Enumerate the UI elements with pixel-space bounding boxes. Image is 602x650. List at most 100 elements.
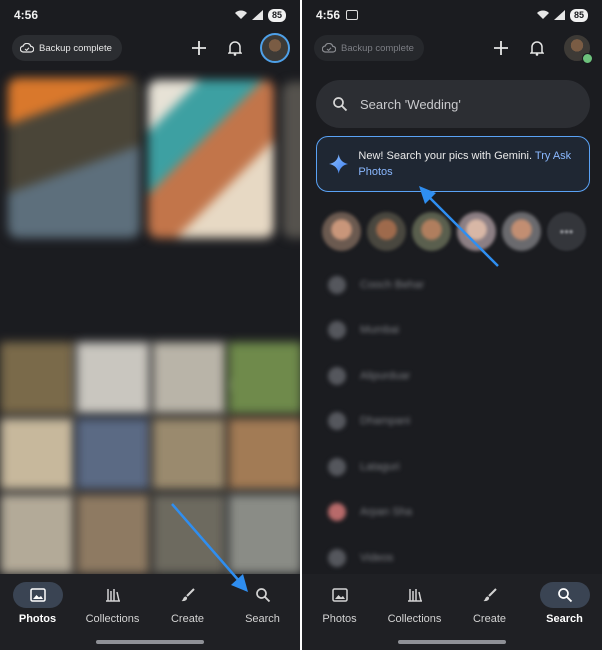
search-icon <box>255 588 270 603</box>
place-icon <box>328 503 346 522</box>
promo-message: New! Search your pics with Gemini. <box>358 150 533 162</box>
place-icon <box>328 457 346 476</box>
photo-icon <box>29 588 46 602</box>
collections-icon <box>105 589 120 602</box>
person-face[interactable] <box>457 212 496 251</box>
memory-card[interactable] <box>282 82 300 238</box>
screenshot-icon <box>346 10 359 20</box>
wifi-icon <box>234 10 247 19</box>
add-button[interactable] <box>490 37 512 59</box>
nav-photos-pill <box>315 582 365 608</box>
list-item[interactable]: Mumbai <box>302 308 602 354</box>
place-icon <box>328 366 346 385</box>
place-label: Cooch Behar <box>360 278 425 291</box>
person-face[interactable] <box>322 212 361 251</box>
photo-thumbnail[interactable] <box>76 342 150 414</box>
plus-icon <box>192 41 206 55</box>
collections-icon <box>407 589 422 602</box>
photo-thumbnail[interactable] <box>76 494 150 574</box>
photo-thumbnail[interactable] <box>228 342 300 414</box>
nav-search[interactable]: Search <box>225 582 300 650</box>
place-icon <box>328 321 346 340</box>
notifications-button[interactable] <box>224 37 246 59</box>
person-face[interactable] <box>367 212 406 251</box>
nav-search-pill <box>238 582 288 608</box>
nav-search[interactable]: Search <box>527 582 602 650</box>
signal-icon <box>553 10 565 20</box>
nav-photos-label: Photos <box>18 613 57 625</box>
photo-thumbnail[interactable] <box>152 342 226 414</box>
place-label: Lataguri <box>360 460 400 473</box>
account-avatar[interactable] <box>562 33 593 64</box>
nav-photos[interactable]: Photos <box>0 582 75 650</box>
photo-thumbnail[interactable] <box>152 494 226 574</box>
photo-thumbnail[interactable] <box>228 418 300 490</box>
add-button[interactable] <box>188 37 210 59</box>
bottom-navigation: Photos Collections Create Search <box>302 574 602 650</box>
cloud-done-icon <box>20 43 34 53</box>
cloud-done-icon <box>322 43 336 53</box>
battery-badge: 85 <box>267 8 286 22</box>
photo-thumbnail[interactable] <box>0 342 74 414</box>
wifi-icon <box>536 10 549 19</box>
place-label: Videos <box>360 551 394 564</box>
ask-photos-promo-card[interactable]: New! Search your pics with Gemini. Try A… <box>316 136 590 192</box>
photo-thumbnail[interactable] <box>152 418 226 490</box>
backup-status-chip[interactable]: Backup complete <box>12 35 122 61</box>
memory-card[interactable] <box>8 78 140 238</box>
place-icon <box>328 412 346 431</box>
nav-photos[interactable]: Photos <box>302 582 377 650</box>
top-app-bar: Backup complete <box>0 33 300 63</box>
nav-search-label: Search <box>546 613 583 625</box>
memory-card[interactable] <box>148 80 274 238</box>
photo-icon <box>331 588 348 602</box>
photo-grid <box>0 70 300 574</box>
notifications-button[interactable] <box>526 37 548 59</box>
plus-icon <box>494 41 508 55</box>
nav-create-pill <box>163 582 213 608</box>
search-screen: 4:56 85 Backup complete Search 'Wedding' <box>302 0 602 650</box>
list-item[interactable]: Dhampani <box>302 399 602 445</box>
nav-collections-pill <box>390 582 440 608</box>
nav-create-label: Create <box>472 613 507 625</box>
status-bar: 4:56 85 <box>302 0 602 30</box>
photo-thumbnail[interactable] <box>228 494 300 574</box>
backup-status-chip[interactable]: Backup complete <box>314 35 424 61</box>
status-icons: 85 <box>234 8 286 22</box>
promo-text: New! Search your pics with Gemini. Try A… <box>358 148 579 180</box>
signal-icon <box>251 10 263 20</box>
top-app-bar: Backup complete <box>302 33 602 64</box>
list-item[interactable]: Arpan Sha <box>302 490 602 536</box>
search-input[interactable]: Search 'Wedding' <box>316 80 590 128</box>
nav-create-pill <box>465 582 515 608</box>
status-icons: 85 <box>536 8 588 22</box>
person-face[interactable] <box>502 212 541 251</box>
person-face[interactable] <box>412 212 451 251</box>
nav-search-label: Search <box>245 613 280 625</box>
battery-badge: 85 <box>569 8 588 22</box>
place-icon <box>328 548 346 567</box>
nav-collections-pill <box>88 582 138 608</box>
bell-icon <box>530 41 544 56</box>
gesture-handle <box>96 640 204 644</box>
more-people-button[interactable]: ••• <box>547 212 586 251</box>
photo-thumbnail[interactable] <box>76 418 150 490</box>
place-label: Dhampani <box>360 415 411 428</box>
photo-thumbnail[interactable] <box>0 494 74 574</box>
photo-thumbnail[interactable] <box>0 418 74 490</box>
list-item[interactable]: Cooch Behar <box>302 262 602 308</box>
nav-search-pill <box>539 582 590 608</box>
place-label: Arpan Sha <box>360 506 412 519</box>
brush-icon <box>483 588 497 602</box>
brush-icon <box>181 588 195 602</box>
status-time: 4:56 <box>316 8 341 22</box>
list-item[interactable]: Lataguri <box>302 444 602 490</box>
nav-photos-label: Photos <box>322 613 357 625</box>
gesture-handle <box>398 640 506 644</box>
status-bar: 4:56 85 <box>0 0 300 30</box>
place-label: Mumbai <box>360 324 400 337</box>
list-item[interactable]: Alipurduar <box>302 353 602 399</box>
search-icon <box>333 97 348 112</box>
account-avatar[interactable] <box>260 33 290 63</box>
places-list: Cooch Behar Mumbai Alipurduar Dhampani L… <box>302 262 602 581</box>
